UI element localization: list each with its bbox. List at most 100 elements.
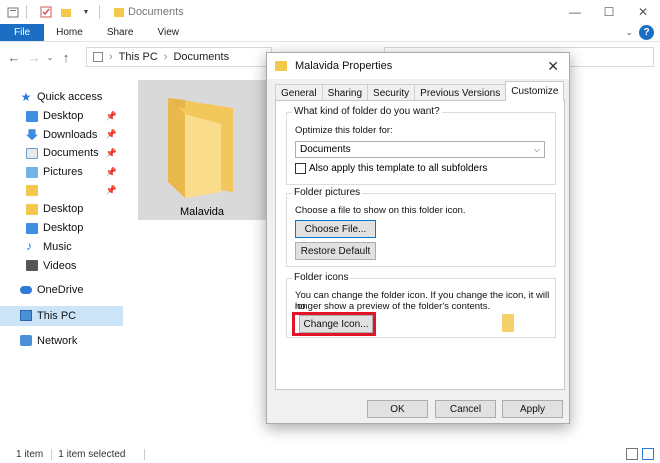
sidebar-item-this-pc[interactable]: This PC: [0, 305, 123, 326]
folder-type-group: What kind of folder do you want? Optimiz…: [286, 106, 556, 185]
optimize-select[interactable]: Documents ⌵: [295, 141, 545, 158]
tab-home[interactable]: Home: [44, 24, 95, 41]
sidebar-item-label: Desktop: [43, 222, 84, 235]
folder-item-selected[interactable]: Malavida: [138, 80, 266, 220]
tab-file[interactable]: File: [0, 24, 45, 41]
tab-customize[interactable]: Customize: [505, 81, 565, 101]
folder-pictures-description: Choose a file to show on this folder ico…: [295, 205, 466, 216]
sidebar-item-desktop-2[interactable]: Desktop: [0, 219, 123, 238]
ok-button[interactable]: OK: [367, 400, 428, 418]
sidebar-item-network[interactable]: Network: [0, 332, 123, 351]
sidebar-item-music[interactable]: ♪ Music: [0, 238, 123, 257]
sidebar-item-label: Quick access: [37, 91, 103, 104]
pin-icon[interactable]: 📌: [106, 111, 117, 122]
group-label: Folder pictures: [292, 187, 363, 198]
sidebar-item-documents[interactable]: Documents 📌: [0, 144, 123, 163]
details-view-icon[interactable]: [626, 448, 638, 460]
folder-pictures-group: Folder pictures Choose a file to show on…: [286, 187, 556, 267]
sidebar-item-folder[interactable]: 📌: [0, 181, 123, 200]
documents-icon: [26, 147, 38, 159]
window-controls: — ☐ ✕: [558, 0, 660, 24]
pin-icon[interactable]: 📌: [106, 148, 117, 159]
sidebar-item-label: Downloads: [43, 128, 98, 141]
tab-previous-versions[interactable]: Previous Versions: [414, 84, 507, 101]
up-button[interactable]: ↑: [56, 50, 76, 65]
network-icon: [20, 335, 32, 347]
properties-dialog: Malavida Properties ✕ General Sharing Se…: [266, 52, 570, 424]
large-icons-view-icon[interactable]: [642, 448, 654, 460]
folder-icons-description: longer show a preview of the folder's co…: [295, 301, 491, 312]
videos-icon: [26, 260, 38, 272]
optimize-label: Optimize this folder for:: [295, 125, 393, 136]
minimize-button[interactable]: —: [558, 0, 592, 24]
divider: [51, 449, 53, 460]
change-icon-highlight: [292, 312, 376, 336]
new-folder-icon[interactable]: [59, 5, 73, 19]
star-icon: ★: [20, 89, 32, 104]
close-icon[interactable]: ✕: [547, 58, 559, 75]
desktop-icon: [26, 222, 38, 234]
chevron-down-icon[interactable]: ▼: [79, 5, 93, 19]
divider: [143, 449, 145, 460]
pin-icon[interactable]: 📌: [106, 129, 117, 140]
apply-subfolders-checkbox[interactable]: [295, 163, 306, 174]
sidebar-item-label: Videos: [43, 259, 77, 272]
music-icon: ♪: [26, 239, 32, 254]
pin-icon[interactable]: 📌: [106, 167, 117, 178]
recent-locations-button[interactable]: ⌄: [44, 53, 56, 62]
desktop-icon: [26, 110, 38, 122]
sidebar-item-onedrive[interactable]: OneDrive: [0, 281, 123, 300]
folder-icon: [168, 98, 233, 198]
maximize-button[interactable]: ☐: [592, 0, 626, 24]
sidebar-item-label: Music: [43, 240, 72, 253]
check-icon[interactable]: [39, 5, 53, 19]
sidebar-item-label: Pictures: [43, 166, 83, 179]
sidebar-item-downloads[interactable]: Downloads 📌: [0, 125, 123, 144]
explorer-titlebar: ▼ Documents — ☐ ✕: [0, 0, 660, 24]
divider: [26, 5, 27, 19]
pin-icon[interactable]: 📌: [106, 185, 117, 196]
sidebar-item-quick-access[interactable]: ★ Quick access: [0, 88, 123, 107]
sidebar-item-desktop[interactable]: Desktop 📌: [0, 107, 123, 126]
tab-view[interactable]: View: [146, 24, 192, 41]
dialog-title: Malavida Properties: [295, 60, 393, 72]
close-button[interactable]: ✕: [626, 0, 660, 24]
dialog-footer: OK Cancel Apply: [267, 399, 569, 421]
sidebar-item-label: This PC: [37, 309, 77, 322]
folder-icon: [26, 203, 38, 215]
status-bar: 1 item 1 item selected: [0, 446, 660, 463]
optimize-select-value: Documents: [300, 144, 351, 155]
sidebar-item-label: OneDrive: [37, 284, 84, 297]
dialog-titlebar: Malavida Properties ✕: [267, 53, 569, 79]
tab-general[interactable]: General: [275, 84, 323, 101]
breadcrumb-this-pc[interactable]: This PC: [119, 51, 158, 63]
address-bar[interactable]: › This PC › Documents: [86, 47, 272, 67]
ribbon-right: ⌄ ?: [625, 25, 654, 40]
pictures-icon: [26, 166, 38, 178]
tab-sharing[interactable]: Sharing: [321, 84, 369, 101]
apply-button[interactable]: Apply: [502, 400, 563, 418]
back-button[interactable]: ←: [4, 50, 24, 65]
breadcrumb-documents[interactable]: Documents: [173, 51, 229, 63]
help-icon[interactable]: ?: [639, 25, 654, 40]
sidebar-item-videos[interactable]: Videos: [0, 256, 123, 275]
cancel-button[interactable]: Cancel: [435, 400, 496, 418]
choose-file-button[interactable]: Choose File...: [295, 220, 376, 238]
sidebar-item-label: Desktop: [43, 203, 84, 216]
sidebar-item-label: Documents: [43, 147, 99, 160]
properties-icon[interactable]: [6, 5, 20, 19]
sidebar-item-pictures[interactable]: Pictures 📌: [0, 163, 123, 182]
chevron-down-icon[interactable]: ⌄: [625, 27, 633, 38]
ribbon: File Home Share View ⌄ ?: [0, 24, 660, 42]
folder-icon: [112, 5, 126, 19]
breadcrumb-separator: ›: [109, 51, 113, 63]
item-count: 1 item: [16, 449, 44, 460]
chevron-down-icon: ⌵: [533, 144, 540, 154]
restore-default-button[interactable]: Restore Default: [295, 242, 376, 260]
sidebar-item-desktop-folder[interactable]: Desktop: [0, 200, 123, 219]
tab-share[interactable]: Share: [95, 24, 146, 41]
tab-security[interactable]: Security: [367, 84, 416, 101]
selected-count: 1 item selected: [58, 449, 126, 460]
forward-button[interactable]: →: [24, 50, 44, 65]
apply-subfolders-label: Also apply this template to all subfolde…: [309, 163, 488, 174]
